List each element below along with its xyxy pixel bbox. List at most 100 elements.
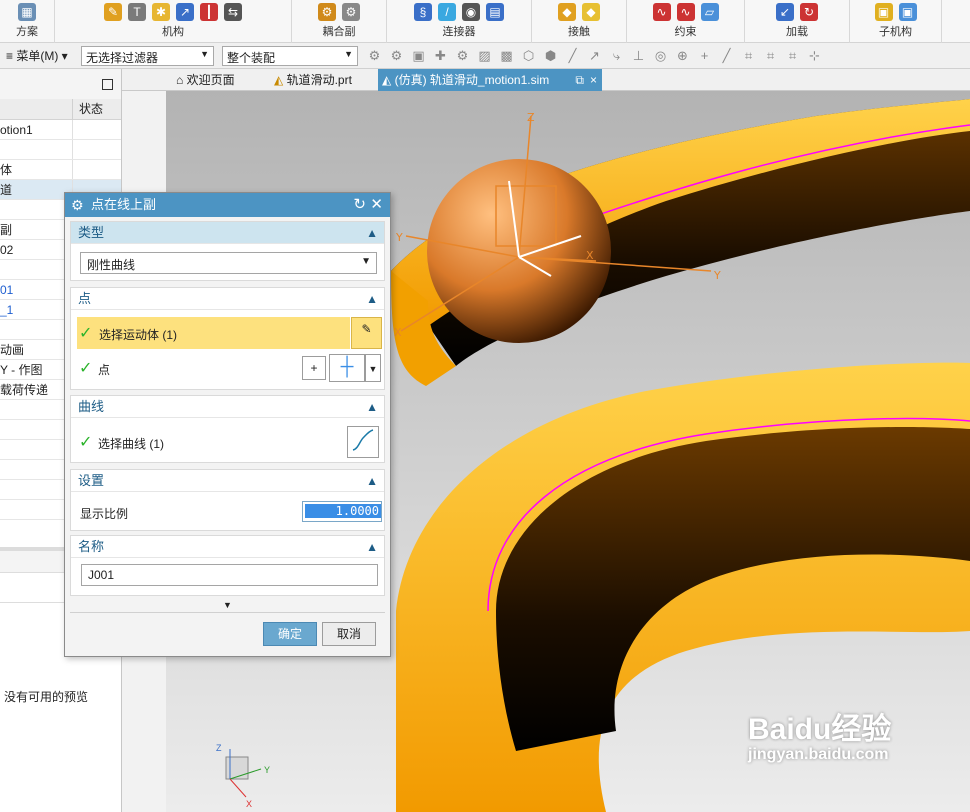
navigator-row-label: Y - 作图 [0,363,43,377]
point-row: ✓ 点 + ┼ ▼ [71,352,384,384]
triad-x-label: X [394,326,402,339]
navigator-row-label: otion1 [0,123,33,137]
submech-assembly-icon[interactable]: ▣ [898,3,917,21]
crosshair-icon: ┼ [340,356,354,376]
ribbon-group-submechanism[interactable]: ▣ ▣ 子机构 [850,0,942,43]
snap-icon[interactable]: ⌗ [784,47,801,64]
marker-icon[interactable]: ┃ [200,3,218,21]
contact-3d-icon[interactable]: ◆ [558,3,576,21]
tab-part[interactable]: ◭ 轨道滑动.prt [270,69,378,91]
snap-icon[interactable]: ⚙ [388,47,405,64]
rack-icon[interactable]: ⚙ [342,3,360,21]
check-icon: ✓ [79,434,93,451]
chevron-up-icon: ▲ [366,226,378,240]
more-options-toggle[interactable]: ▼ [70,599,385,611]
gear-icon[interactable]: ⚙ [71,193,84,217]
snap-icon[interactable]: + [696,47,713,64]
joint-icon[interactable]: T [128,3,146,21]
snap-icon[interactable]: ⚙ [454,47,471,64]
curve-curve-icon[interactable]: ∿ [676,3,695,21]
close-icon[interactable]: × [590,69,597,91]
snap-icon[interactable]: ⊕ [674,47,691,64]
snap-icon[interactable]: ✚ [432,47,449,64]
snap-icon[interactable]: ⤷ [608,47,625,64]
ribbon-group-load[interactable]: ↙ ↻ 加载 [745,0,850,43]
point-snap-dropdown[interactable]: ▼ [365,354,381,382]
name-input[interactable]: J001 [81,564,378,586]
navigator-row[interactable]: otion1 [0,120,121,140]
snap-icon[interactable]: ⊥ [630,47,647,64]
curve-section-header[interactable]: 曲线 ▲ [71,396,384,418]
dialog-titlebar[interactable]: ⚙ 点在线上副 ↻ ✕ [65,193,390,217]
point-section-header[interactable]: 点 ▲ [71,288,384,310]
force-icon[interactable]: ↙ [776,3,794,21]
maximize-icon[interactable] [102,79,113,90]
snap-icon[interactable]: ╱ [718,47,735,64]
chevron-up-icon: ▲ [366,474,378,488]
type-select[interactable]: 刚性曲线 ▼ [80,252,377,274]
select-body-pencil-button[interactable]: ✎ [351,317,382,349]
snap-icon[interactable]: ▣ [410,47,427,64]
snap-icon[interactable]: ⬡ [520,47,537,64]
snap-icon[interactable]: ⌗ [762,47,779,64]
point-snap-button[interactable]: ┼ [329,354,365,382]
tab-welcome[interactable]: ⌂ 欢迎页面 [172,69,270,91]
point-curve-icon[interactable]: ∿ [652,3,671,21]
menu-button[interactable]: ≡ 菜单(M) ▾ [6,47,68,64]
coupler-icon[interactable]: ⇆ [224,3,242,21]
chevron-down-icon: ▼ [200,49,209,59]
chevron-down-icon: ▼ [368,364,378,374]
navigator-row[interactable]: 体 [0,160,121,180]
tab-simulation[interactable]: ◭ (仿真) 轨道滑动_motion1.sim ⧉ × [378,69,602,91]
drive-icon[interactable]: ✱ [152,3,170,21]
motion-icon[interactable]: ↗ [176,3,194,21]
ribbon-group-contact[interactable]: ◆ ◆ 接触 [532,0,627,43]
point-dialog-button[interactable]: + [302,356,326,380]
navigator-row[interactable] [0,140,121,160]
link-icon[interactable]: ✎ [104,3,122,21]
selection-filter-select[interactable]: 无选择过滤器 ▼ [81,46,214,66]
navigator-row-label: 02 [0,243,14,257]
snap-icon[interactable]: ↗ [586,47,603,64]
snap-icon[interactable]: ⊹ [806,47,823,64]
submech-icon[interactable]: ▣ [874,3,893,21]
triad-x2-label: X [586,249,594,262]
navigator-row-label: 体 [0,163,13,177]
triad-y2-label: Y [395,231,403,244]
spring-icon[interactable]: § [414,3,432,21]
select-body-row[interactable]: ✓ 选择运动体 (1) [77,317,350,349]
snap-icon[interactable]: ╱ [564,47,581,64]
snap-icon[interactable]: ◎ [652,47,669,64]
ribbon-group-constraint[interactable]: ∿ ∿ ▱ 约束 [627,0,745,43]
ribbon-group-scheme[interactable]: ▦ 方案 [0,0,55,43]
bushing-icon[interactable]: ◉ [462,3,480,21]
assembly-scope-select[interactable]: 整个装配 ▼ [222,46,358,66]
snap-icon[interactable]: ⬢ [542,47,559,64]
dialog-title: 点在线上副 [91,197,157,212]
cancel-button[interactable]: 取消 [322,622,376,646]
snap-icon[interactable]: ▩ [498,47,515,64]
damper-icon[interactable]: / [438,3,456,21]
popout-icon[interactable]: ⧉ [575,69,584,91]
point-surface-icon[interactable]: ▱ [700,3,719,21]
settings-section: 设置 ▲ 显示比例 1.0000 [70,469,385,531]
snap-icon[interactable]: ⌗ [740,47,757,64]
ribbon-group-mechanism[interactable]: ✎ T ✱ ↗ ┃ ⇆ 机构 [55,0,292,43]
display-scale-input[interactable]: 1.0000 [302,501,382,522]
torque-icon[interactable]: ↻ [800,3,818,21]
close-icon[interactable]: ✕ [370,193,383,217]
load-icon[interactable]: ▤ [486,3,504,21]
curve-select-button[interactable] [347,426,379,458]
contact-2d-icon[interactable]: ◆ [582,3,600,21]
reset-icon[interactable]: ↻ [353,193,366,217]
name-section-header[interactable]: 名称 ▲ [71,536,384,558]
gear-pair-icon[interactable]: ⚙ [318,3,336,21]
snap-icon[interactable]: ⚙ [366,47,383,64]
snap-icon[interactable]: ▨ [476,47,493,64]
ribbon-group-connector[interactable]: § / ◉ ▤ 连接器 [387,0,532,43]
select-curve-row[interactable]: ✓ 选择曲线 (1) [71,426,384,458]
ok-button[interactable]: 确定 [263,622,317,646]
type-section-header[interactable]: 类型 ▲ [71,222,384,244]
ribbon-group-coupler[interactable]: ⚙ ⚙ 耦合副 [292,0,387,43]
settings-section-header[interactable]: 设置 ▲ [71,470,384,492]
